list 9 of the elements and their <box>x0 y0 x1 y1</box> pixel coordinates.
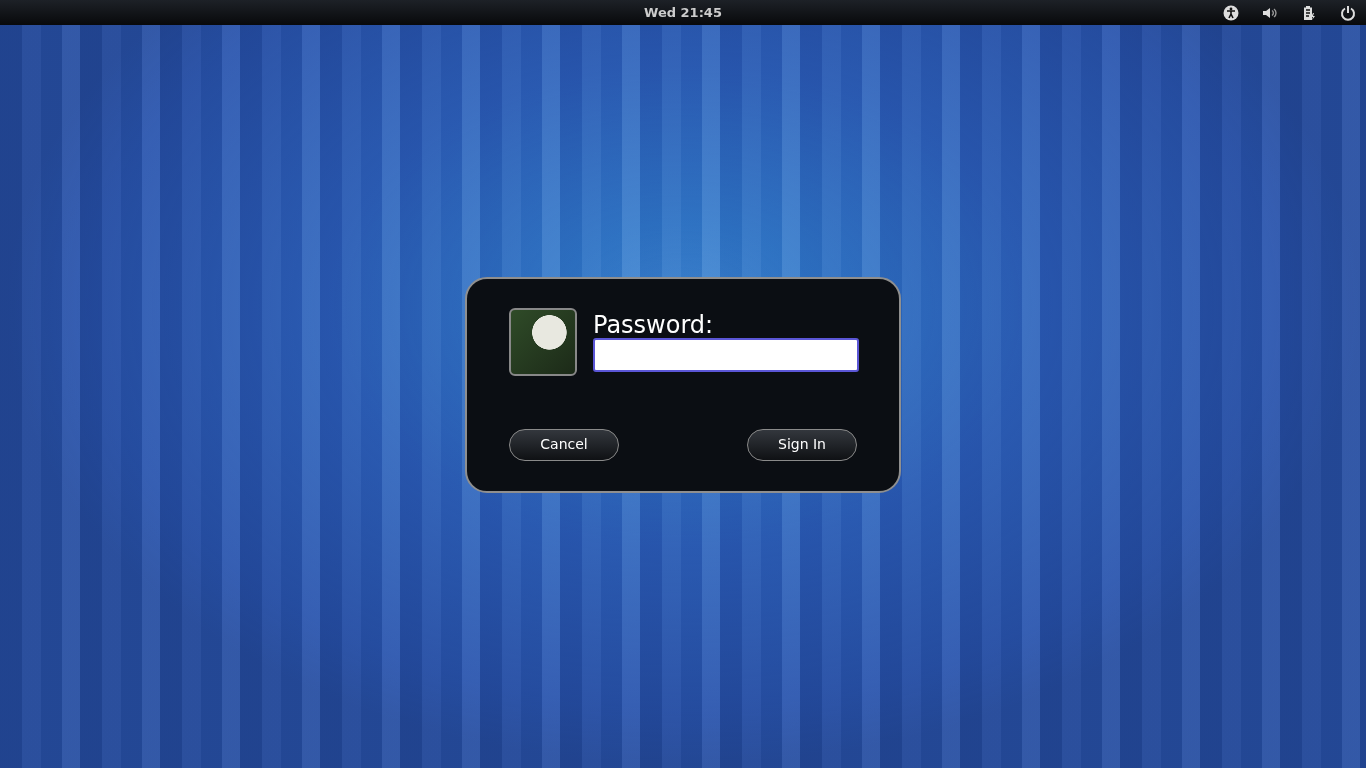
password-field[interactable] <box>593 337 859 372</box>
clock[interactable]: Wed 21:45 <box>644 0 722 25</box>
sign-in-button[interactable]: Sign In <box>747 428 857 461</box>
password-label: Password: <box>593 311 715 338</box>
battery-icon[interactable] <box>1301 4 1317 21</box>
cancel-button[interactable]: Cancel <box>509 428 619 461</box>
accessibility-icon[interactable] <box>1223 4 1239 21</box>
power-icon[interactable] <box>1340 4 1356 21</box>
user-avatar-photo <box>509 307 577 376</box>
